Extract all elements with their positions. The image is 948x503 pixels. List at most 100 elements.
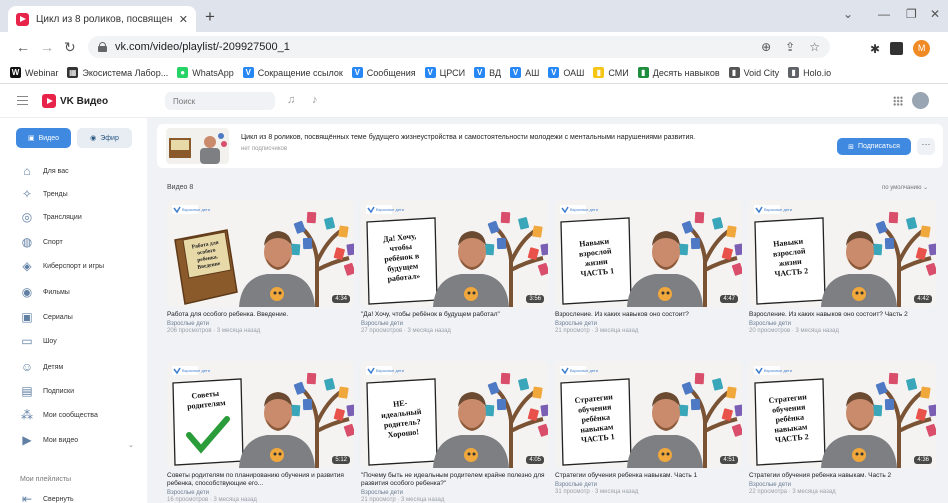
bookmark-item[interactable]: V ОАШ	[548, 67, 584, 78]
sidebar-item[interactable]: ☺ Детям	[20, 360, 63, 374]
sidebar-item[interactable]: ⌂ Для вас	[20, 164, 68, 178]
video-card[interactable]: Взрослые дети Навыки взрослой жизни ЧАСТЬ 14…	[555, 200, 742, 334]
forward-icon[interactable]: →	[40, 39, 54, 55]
restore-icon[interactable]: ❐	[906, 7, 917, 21]
tab-search-chevron-icon[interactable]: ⌄	[843, 7, 853, 21]
video-author[interactable]: Взрослые дети	[749, 321, 936, 327]
video-meta: 27 просмотров · 3 месяца назад	[361, 328, 451, 334]
bookmark-label: Десять навыков	[652, 67, 720, 78]
video-title[interactable]: Стратегии обучения ребенка навыкам. Част…	[555, 472, 742, 480]
bookmark-item[interactable]: ▦ Экосистема Лабор...	[67, 67, 168, 78]
video-card[interactable]: Взрослые дети Советы родителям 5:12 Советы р…	[167, 361, 354, 503]
bookmark-item[interactable]: ▮ Void City	[728, 67, 779, 78]
zoom-icon[interactable]: ⊕	[761, 40, 771, 54]
vk-video-logo-icon	[42, 94, 56, 108]
video-author[interactable]: Взрослые дети	[167, 321, 354, 327]
video-card[interactable]: Взрослые дети Навыки взрослой жизни ЧАСТЬ 24…	[749, 200, 936, 334]
video-thumbnail[interactable]: Взрослые дети Работа для особого ребенка. Вв…	[167, 200, 354, 307]
video-author[interactable]: Взрослые дети	[361, 490, 548, 496]
back-icon[interactable]: ←	[16, 39, 30, 55]
tab-close-icon[interactable]: ✕	[179, 13, 188, 26]
reload-icon[interactable]: ↻	[64, 39, 76, 56]
video-title[interactable]: "Да! Хочу, чтобы ребёнок в будущем работ…	[361, 311, 548, 319]
bookmark-item[interactable]: V АШ	[510, 67, 539, 78]
video-thumbnail[interactable]: Взрослые дети Стратегии обучения ребёнка нав…	[555, 361, 742, 468]
video-thumbnail[interactable]: Взрослые дети НЕ-идеальный родитель? Хорошо…	[361, 361, 548, 468]
video-author[interactable]: Взрослые дети	[555, 321, 742, 327]
browser-tab-active[interactable]: Цикл из 8 роликов, посвящен ✕	[8, 6, 196, 32]
video-author[interactable]: Взрослые дети	[361, 321, 548, 327]
user-avatar[interactable]	[912, 92, 929, 109]
video-title[interactable]: Взросление. Из каких навыков оно состоит…	[555, 311, 742, 319]
bookmark-item[interactable]: V Сокращение ссылок	[242, 67, 343, 78]
bookmark-item[interactable]: ▮ Десять навыков	[637, 67, 720, 78]
bookmark-item[interactable]: ▮ СМИ	[593, 67, 629, 78]
video-card[interactable]: Взрослые дети Работа для особого ребенка. Вв…	[167, 200, 354, 334]
video-title[interactable]: Взросление. Из каких навыков оно состоит…	[749, 311, 936, 319]
sidebar-item[interactable]: ▤ Подписки	[20, 384, 74, 398]
video-mode-button[interactable]: ▣ Видео	[16, 128, 71, 148]
bookmark-favicon-icon: W	[10, 67, 21, 78]
sidebar-item[interactable]: ◎ Трансляции	[20, 210, 82, 224]
bookmark-item[interactable]: V ЦРСИ	[424, 67, 465, 78]
close-window-icon[interactable]: ✕	[930, 7, 940, 21]
video-title[interactable]: Стратегии обучения ребенка навыкам. Част…	[749, 472, 936, 480]
video-thumbnail[interactable]: Взрослые дети Советы родителям 5:12	[167, 361, 354, 468]
notifications-bell-icon[interactable]: ♫	[287, 94, 295, 106]
sidebar-item[interactable]: ⁂ Мои сообщества	[20, 408, 98, 422]
share-icon[interactable]: ⇪	[785, 40, 795, 54]
bookmark-item[interactable]: V Сообщения	[351, 67, 416, 78]
sidebar-panel-icon[interactable]	[890, 42, 904, 55]
subscribe-button[interactable]: ⊞ Подписаться	[837, 138, 911, 155]
bookmark-label: Сообщения	[366, 67, 416, 78]
video-author[interactable]: Взрослые дети	[749, 482, 936, 488]
sidebar-item[interactable]: ◈ Киберспорт и игры	[20, 259, 104, 273]
playlist-description: Цикл из 8 роликов, посвящённых теме буду…	[241, 134, 696, 141]
video-thumbnail[interactable]: Взрослые дети Стратегии обучения ребёнка нав…	[749, 361, 936, 468]
sidebar-item[interactable]: ▶ Мои видео	[20, 433, 78, 447]
video-card[interactable]: Взрослые дети Да! Хочу, чтобы ребёнок в буду…	[361, 200, 548, 334]
video-title[interactable]: Работа для особого ребенка. Введение.	[167, 311, 354, 319]
omnibox[interactable]: vk.com/video/playlist/-209927500_1 ⊕ ⇪ ☆	[88, 36, 830, 58]
new-tab-icon[interactable]: +	[205, 7, 215, 27]
menu-burger-icon[interactable]	[17, 96, 28, 105]
my-videos-chevron-icon[interactable]: ⌄	[128, 441, 134, 449]
minimize-icon[interactable]: —	[878, 7, 890, 21]
video-card[interactable]: Взрослые дети НЕ-идеальный родитель? Хорошо…	[361, 361, 548, 503]
video-thumbnail[interactable]: Взрослые дети Навыки взрослой жизни ЧАСТЬ 24…	[749, 200, 936, 307]
video-search-input[interactable]	[165, 92, 275, 110]
sidebar-item[interactable]: ▣ Сериалы	[20, 310, 72, 324]
bookmark-star-icon[interactable]: ☆	[809, 40, 820, 54]
video-title[interactable]: "Почему быть не идеальным родителем край…	[361, 472, 548, 488]
extensions-puzzle-icon[interactable]: ✱	[870, 42, 880, 56]
video-title[interactable]: Советы родителям по планированию обучени…	[167, 472, 354, 488]
efir-mode-button[interactable]: ◉ Эфир	[77, 128, 132, 148]
bookmark-item[interactable]: W Webinar	[10, 67, 58, 78]
more-options-button[interactable]: ···	[917, 138, 935, 155]
music-note-icon[interactable]: ♪	[312, 94, 318, 106]
bookmark-label: WhatsApp	[192, 67, 234, 78]
video-author[interactable]: Взрослые дети	[167, 490, 354, 496]
sort-dropdown[interactable]: по умолчанию ⌄	[882, 184, 928, 191]
playlist-cover[interactable]	[166, 128, 229, 164]
sidebar-item-collapse[interactable]: ⇤ Свернуть	[20, 492, 74, 503]
sidebar-item[interactable]: ✧ Тренды	[20, 187, 68, 201]
bookmark-label: ВД	[489, 67, 502, 78]
video-author[interactable]: Взрослые дети	[555, 482, 742, 488]
video-card[interactable]: Взрослые дети Стратегии обучения ребёнка нав…	[749, 361, 936, 495]
video-thumbnail[interactable]: Взрослые дети Навыки взрослой жизни ЧАСТЬ 14…	[555, 200, 742, 307]
bookmark-item[interactable]: ● WhatsApp	[177, 67, 234, 78]
bookmark-item[interactable]: V ВД	[474, 67, 501, 78]
bookmark-label: Webinar	[25, 67, 59, 78]
sidebar-item-label: Подписки	[43, 387, 75, 395]
video-thumbnail[interactable]: Взрослые дети Да! Хочу, чтобы ребёнок в буду…	[361, 200, 548, 307]
bookmark-favicon-icon: V	[424, 67, 436, 78]
apps-grid-icon[interactable]	[893, 96, 903, 106]
sidebar-item[interactable]: ◉ Фильмы	[20, 285, 70, 299]
sidebar-item[interactable]: ▭ Шоу	[20, 334, 56, 348]
sidebar-item[interactable]: ◍ Спорт	[20, 235, 63, 249]
video-card[interactable]: Взрослые дети Стратегии обучения ребёнка нав…	[555, 361, 742, 495]
profile-avatar[interactable]: M	[913, 40, 931, 57]
vk-video-logo[interactable]: VK Видео	[42, 94, 108, 108]
bookmark-item[interactable]: ▮ Holo.io	[788, 67, 831, 78]
